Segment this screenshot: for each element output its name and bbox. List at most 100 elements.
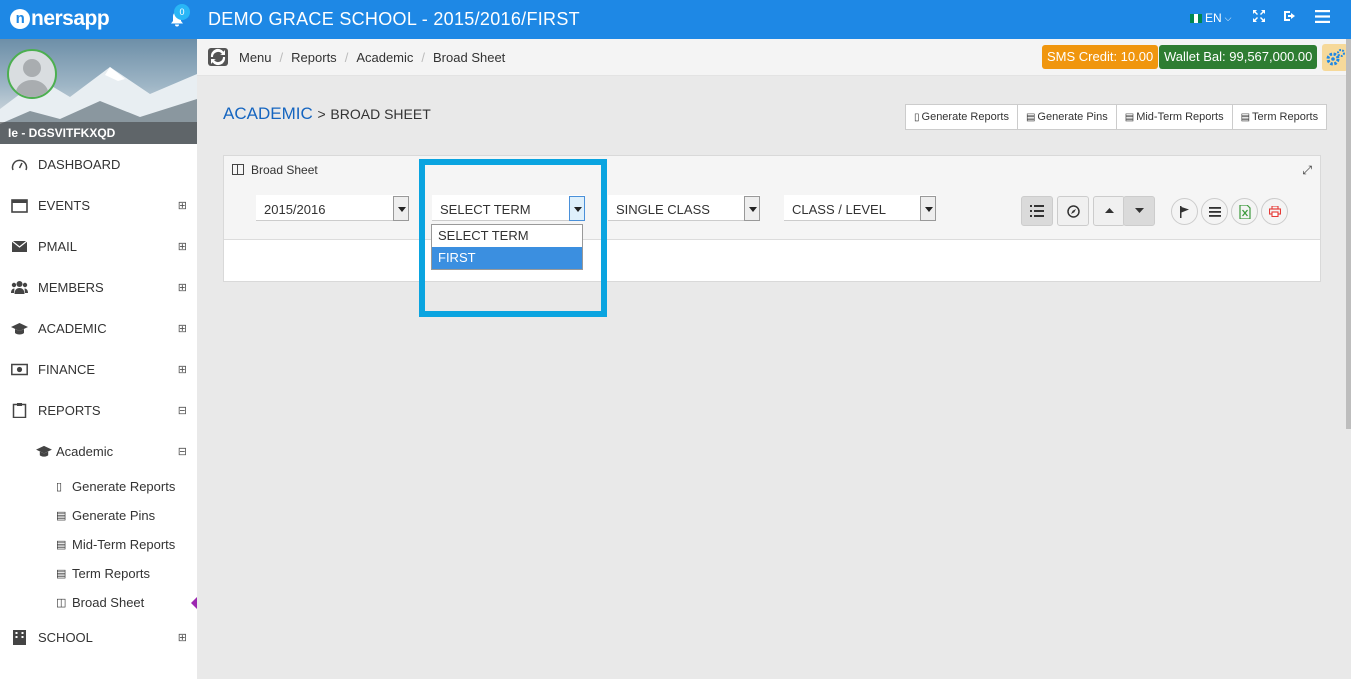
- sidebar-item-finance[interactable]: FINANCE ⊞: [0, 349, 197, 390]
- generate-pins-button[interactable]: ▤ Generate Pins: [1016, 104, 1117, 130]
- export-excel-button[interactable]: [1231, 198, 1258, 225]
- print-button[interactable]: [1261, 198, 1288, 225]
- button-label: Mid-Term Reports: [1136, 111, 1224, 123]
- sidebar-item-dashboard[interactable]: DASHBOARD: [0, 144, 197, 185]
- sidebar-item-pmail[interactable]: PMAIL ⊞: [0, 226, 197, 267]
- app-title: DEMO GRACE SCHOOL - 2015/2016/FIRST: [208, 9, 580, 29]
- fullscreen-icon[interactable]: [1252, 9, 1266, 23]
- avatar[interactable]: [7, 49, 57, 99]
- building-icon: [13, 630, 26, 645]
- language-selector[interactable]: EN ⌵: [1190, 11, 1232, 25]
- logo-text: nersapp: [31, 7, 110, 30]
- breadcrumb-separator: /: [279, 50, 284, 65]
- sidebar-leaf-generate-reports[interactable]: ▯ Generate Reports: [0, 472, 197, 501]
- compass-button[interactable]: [1057, 196, 1089, 226]
- breadcrumb-bar: Menu / Reports / Academic / Broad Sheet …: [197, 39, 1351, 76]
- hamburger-menu-icon[interactable]: [1315, 10, 1330, 23]
- settings-gear-icon[interactable]: [1322, 44, 1348, 71]
- collapse-icon[interactable]: ⊟: [178, 404, 187, 417]
- logo-mark: n: [10, 9, 30, 29]
- graduation-cap-icon: [11, 323, 28, 335]
- sidebar-leaf-label: Term Reports: [72, 566, 151, 581]
- breadcrumb-separator: /: [344, 50, 349, 65]
- sidebar-item-reports[interactable]: REPORTS ⊟: [0, 390, 197, 431]
- breadcrumb-reports[interactable]: Reports: [291, 50, 337, 65]
- sms-credit-badge[interactable]: SMS Credit: 10.00: [1042, 45, 1159, 69]
- sidebar-item-label: REPORTS: [38, 403, 101, 418]
- dashboard-icon: [11, 159, 28, 171]
- app-logo[interactable]: n nersapp: [10, 7, 110, 31]
- sort-down-button[interactable]: [1123, 196, 1155, 226]
- chevron-down-icon: ⌵: [1224, 12, 1232, 23]
- refresh-icon[interactable]: [208, 48, 228, 66]
- profile-banner: Ie - DGSVITFKXQD: [0, 39, 197, 144]
- caret-down-icon: [1134, 208, 1144, 213]
- class-level-select-value: CLASS / LEVEL: [792, 202, 886, 217]
- flag-icon: [1180, 205, 1189, 218]
- sidebar-item-label: FINANCE: [38, 362, 96, 377]
- logout-icon[interactable]: [1283, 9, 1298, 23]
- report-buttons: ▯ Generate Reports ▤ Generate Pins ▤ Mid-Te…: [905, 104, 1328, 130]
- sidebar-item-members[interactable]: MEMBERS ⊞: [0, 267, 197, 308]
- sidebar: Ie - DGSVITFKXQD DASHBOARD EVENTS ⊞ PMAI…: [0, 39, 197, 679]
- term-reports-button[interactable]: ▤ Term Reports: [1231, 104, 1328, 130]
- sidebar-subitem-academic[interactable]: Academic ⊟: [0, 431, 197, 472]
- graduation-cap-icon: [36, 445, 52, 457]
- highlight-box: [419, 159, 607, 317]
- class-mode-select[interactable]: SINGLE CLASS: [608, 195, 760, 221]
- flag-button[interactable]: [1171, 198, 1198, 225]
- menu-lines-button[interactable]: [1201, 198, 1228, 225]
- sidebar-item-label: DASHBOARD: [38, 157, 121, 172]
- list-doc-icon: ▤: [1025, 111, 1036, 123]
- list-view-button[interactable]: [1021, 196, 1053, 226]
- wallet-balance-badge[interactable]: Wallet Bal: 99,567,000.00: [1159, 45, 1318, 69]
- sidebar-item-label: PMAIL: [38, 239, 78, 254]
- clipboard-icon: [12, 403, 27, 418]
- expand-icon[interactable]: ⊞: [178, 322, 187, 335]
- username-label: Ie - DGSVITFKXQD: [0, 122, 197, 144]
- dropdown-arrow-icon[interactable]: [744, 196, 760, 221]
- sidebar-leaf-generate-pins[interactable]: ▤ Generate Pins: [0, 501, 197, 530]
- page-title: ACADEMIC > BROAD SHEET: [223, 104, 431, 124]
- breadcrumb-academic[interactable]: Academic: [356, 50, 413, 65]
- sidebar-nav: DASHBOARD EVENTS ⊞ PMAIL ⊞ MEMBERS ⊞ ACA…: [0, 144, 197, 658]
- sidebar-item-school[interactable]: SCHOOL ⊞: [0, 617, 197, 658]
- expand-icon[interactable]: ⊞: [178, 199, 187, 212]
- sort-up-button[interactable]: [1093, 196, 1125, 226]
- calendar-icon: [11, 199, 28, 213]
- language-label: EN: [1205, 11, 1222, 25]
- sidebar-leaf-label: Generate Reports: [72, 479, 176, 494]
- columns-icon: [232, 164, 244, 175]
- expand-panel-icon[interactable]: ⤢: [1302, 163, 1312, 178]
- class-level-select[interactable]: CLASS / LEVEL: [784, 195, 936, 221]
- sidebar-item-label: ACADEMIC: [38, 321, 107, 336]
- expand-icon[interactable]: ⊞: [178, 281, 187, 294]
- expand-icon[interactable]: ⊞: [178, 240, 187, 253]
- list-icon: [1030, 205, 1044, 217]
- sidebar-leaf-mid-term-reports[interactable]: ▤ Mid-Term Reports: [0, 530, 197, 559]
- sidebar-item-events[interactable]: EVENTS ⊞: [0, 185, 197, 226]
- expand-icon[interactable]: ⊞: [178, 631, 187, 644]
- expand-icon[interactable]: ⊞: [178, 363, 187, 376]
- breadcrumb-broad-sheet: Broad Sheet: [433, 50, 506, 65]
- dropdown-arrow-icon[interactable]: [920, 196, 936, 221]
- breadcrumb-separator: /: [421, 50, 426, 65]
- vertical-scrollbar[interactable]: [1346, 39, 1351, 429]
- sidebar-item-label: EVENTS: [38, 198, 91, 213]
- sidebar-subitem-label: Academic: [56, 444, 114, 459]
- document-icon: ▤: [1124, 111, 1135, 123]
- collapse-icon[interactable]: ⊟: [178, 445, 187, 458]
- sidebar-item-label: SCHOOL: [38, 630, 93, 645]
- mid-term-reports-button[interactable]: ▤ Mid-Term Reports: [1115, 104, 1233, 130]
- breadcrumb-menu[interactable]: Menu: [239, 50, 272, 65]
- sidebar-leaf-broad-sheet[interactable]: ◫ Broad Sheet: [0, 588, 197, 617]
- mail-icon: [11, 240, 28, 252]
- generate-reports-button[interactable]: ▯ Generate Reports: [905, 104, 1018, 130]
- dropdown-arrow-icon[interactable]: [393, 196, 409, 221]
- sidebar-leaf-term-reports[interactable]: ▤ Term Reports: [0, 559, 197, 588]
- sidebar-item-academic[interactable]: ACADEMIC ⊞: [0, 308, 197, 349]
- sidebar-leaf-label: Broad Sheet: [72, 595, 145, 610]
- session-select[interactable]: 2015/2016: [256, 195, 409, 221]
- page-title-separator: >: [317, 106, 326, 122]
- button-label: Term Reports: [1252, 111, 1319, 123]
